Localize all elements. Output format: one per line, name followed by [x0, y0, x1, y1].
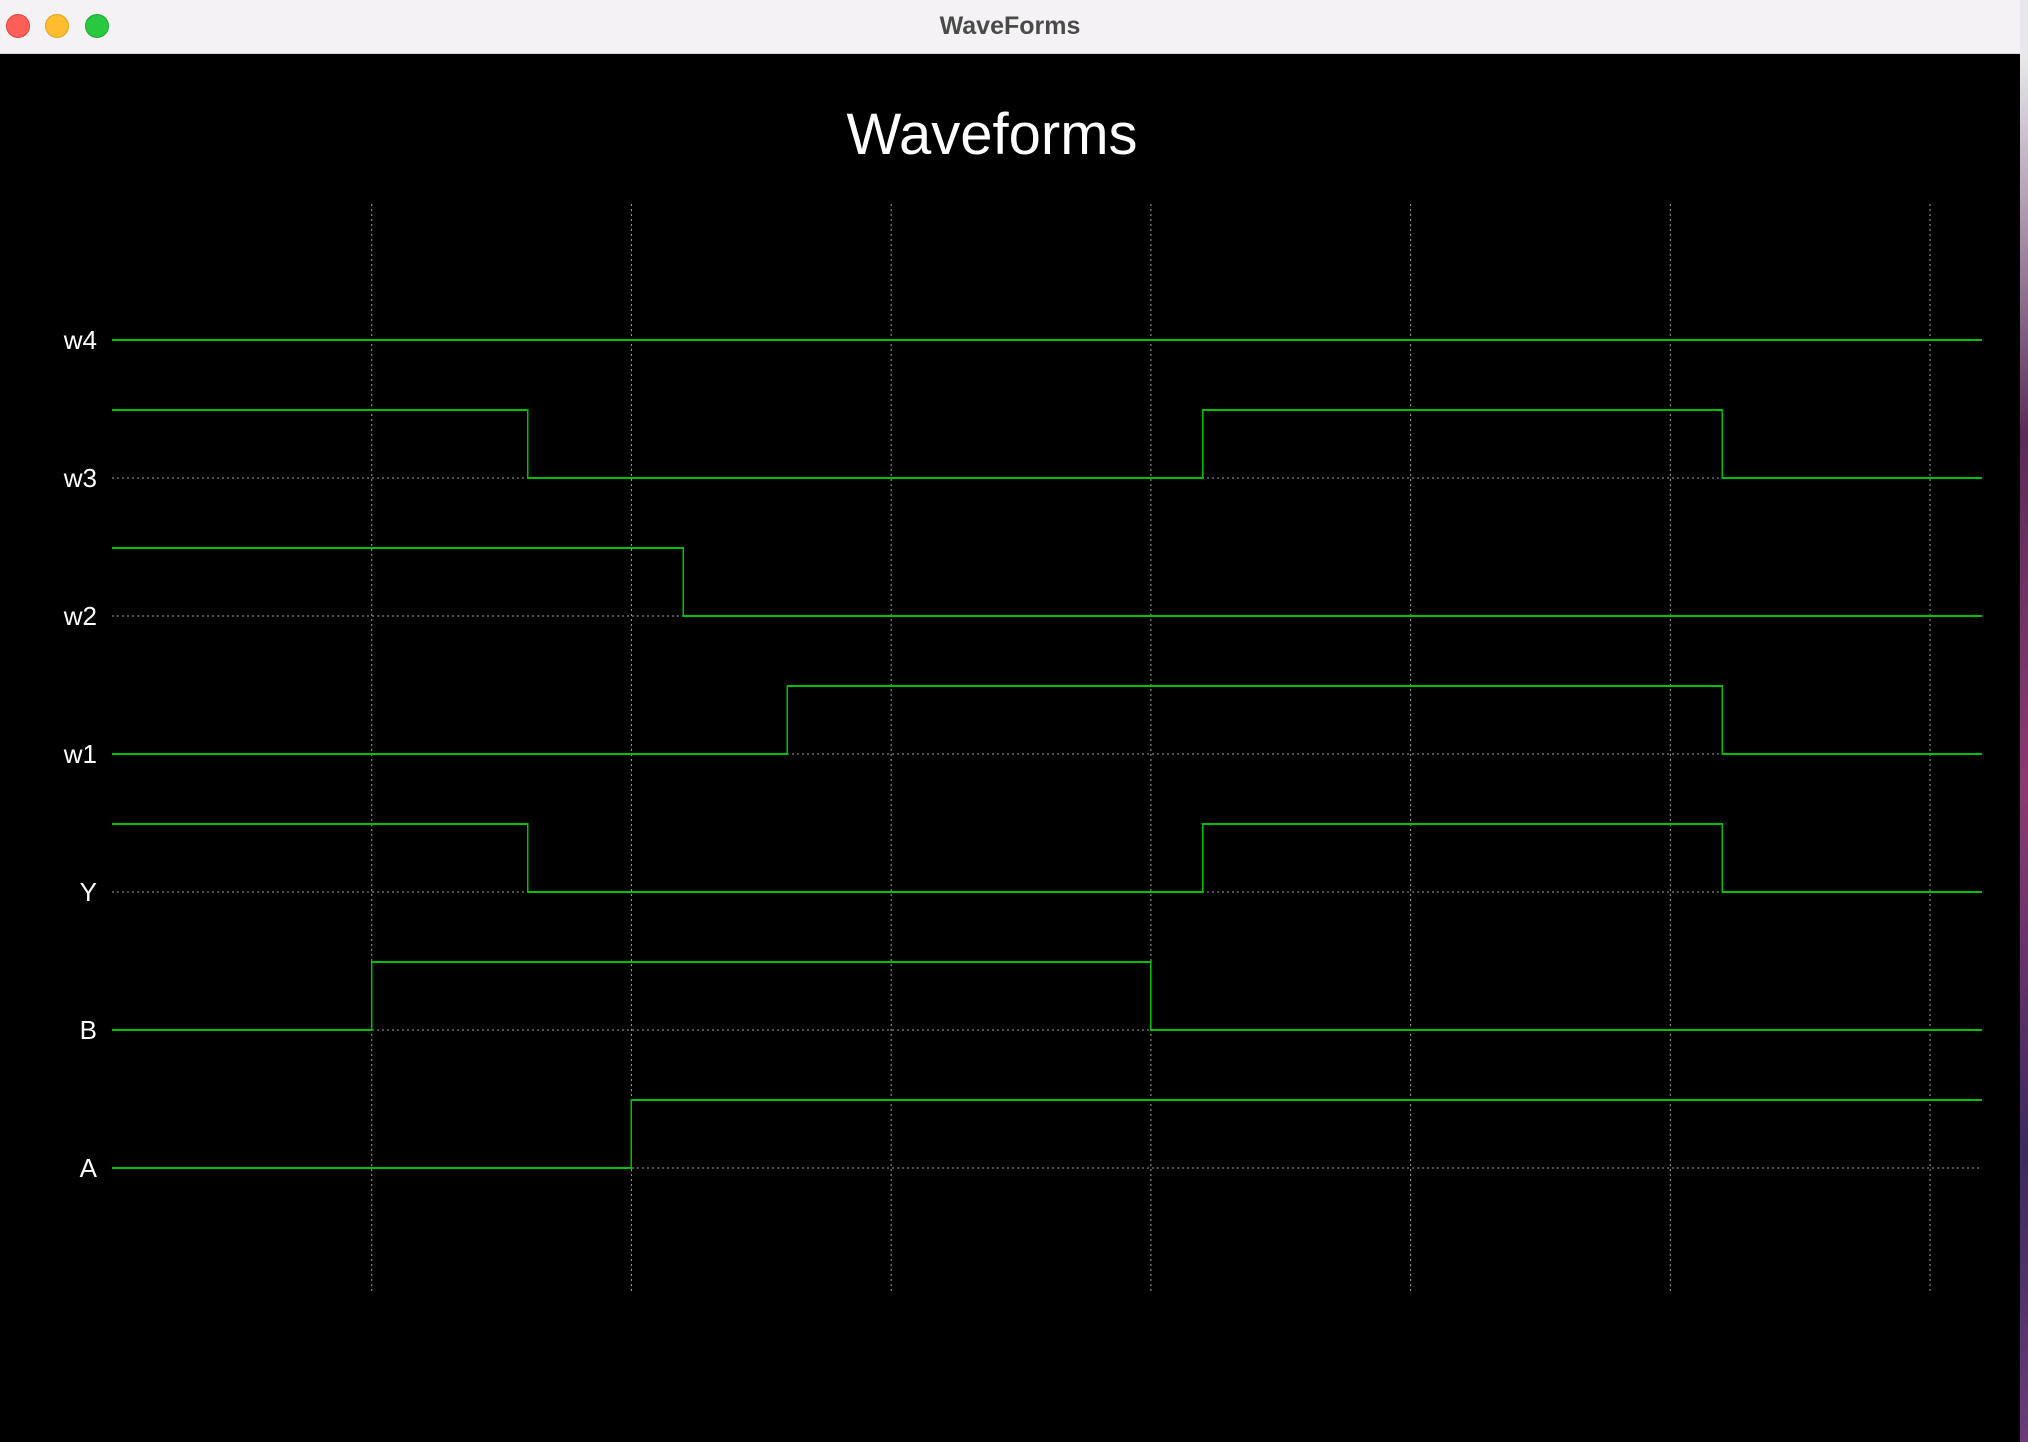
window-title: WaveForms [939, 12, 1081, 40]
signal-label-a: A [80, 1153, 98, 1183]
signal-label-b: B [80, 1015, 97, 1045]
waveforms-window: WaveForms Waveforms w4 w3 w2 w1 Y B A [0, 0, 2020, 1442]
trace-w3 [112, 409, 1982, 479]
signal-label-y: Y [80, 877, 97, 907]
signal-label-w2: w2 [63, 601, 97, 631]
trace-w1 [112, 685, 1982, 755]
signal-label-w3: w3 [63, 463, 97, 493]
plot-area: Waveforms w4 w3 w2 w1 Y B A [0, 54, 2020, 1442]
trace-b [112, 961, 1982, 1031]
signal-label-w1: w1 [63, 739, 97, 769]
desktop-background [2020, 0, 2028, 1442]
trace-y [112, 823, 1982, 893]
waveform-chart: Waveforms w4 w3 w2 w1 Y B A [63, 102, 1982, 1294]
grid [371, 204, 1931, 1294]
trace-a [112, 1099, 1982, 1169]
title-bar[interactable]: WaveForms [0, 0, 2020, 54]
trace-w2 [112, 547, 1982, 617]
signal-labels: w4 w3 w2 w1 Y B A [63, 325, 98, 1183]
chart-title: Waveforms [846, 102, 1137, 167]
signal-label-w4: w4 [63, 325, 97, 355]
